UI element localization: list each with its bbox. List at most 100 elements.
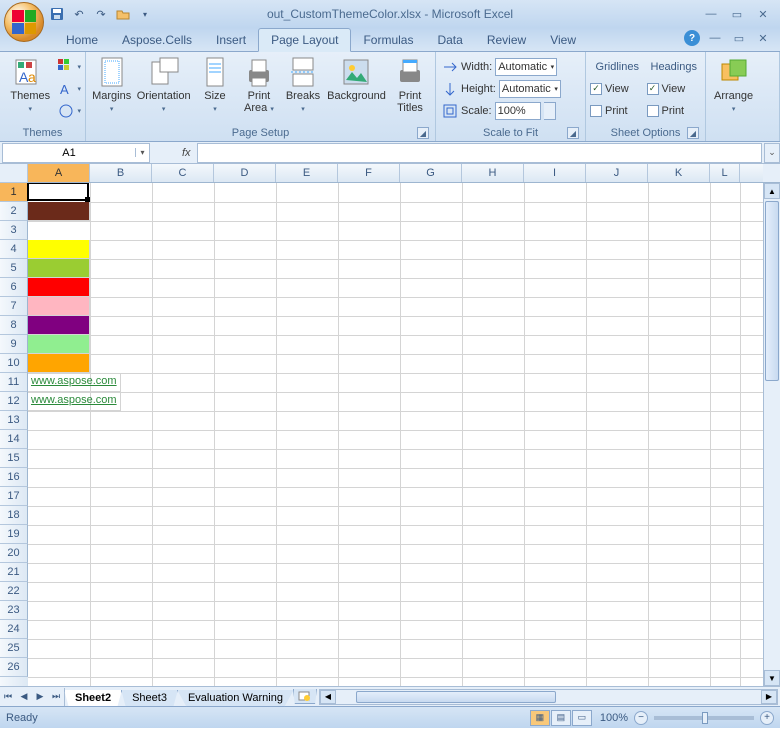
scroll-down-button[interactable]: ▼ (764, 670, 780, 686)
scroll-up-button[interactable]: ▲ (764, 183, 780, 199)
zoom-in-button[interactable]: + (760, 711, 774, 725)
qat-customize-icon[interactable]: ▾ (136, 5, 154, 23)
tab-home[interactable]: Home (54, 29, 110, 51)
row-header-5[interactable]: 5 (0, 259, 28, 278)
breaks-button[interactable]: Breaks▾ (282, 54, 324, 118)
page-layout-view-button[interactable]: ▤ (551, 710, 571, 726)
theme-effects-button[interactable]: ▾ (58, 100, 81, 121)
scroll-left-button[interactable]: ◀ (320, 690, 336, 704)
qat-redo-icon[interactable]: ↷ (92, 5, 110, 23)
column-header-I[interactable]: I (524, 164, 586, 182)
row-header-21[interactable]: 21 (0, 563, 28, 582)
row-header-24[interactable]: 24 (0, 620, 28, 639)
cell-A8[interactable] (28, 316, 90, 335)
tab-data[interactable]: Data (425, 29, 474, 51)
column-header-A[interactable]: A (28, 164, 90, 182)
sheet-options-launcher[interactable]: ◢ (687, 127, 699, 139)
scale-input[interactable]: 100% (495, 102, 541, 120)
fx-icon[interactable]: fx (176, 147, 197, 159)
cell-A5[interactable] (28, 259, 90, 278)
headings-view-checkbox[interactable]: ✓View (647, 78, 702, 99)
column-header-H[interactable]: H (462, 164, 524, 182)
sheet-nav-first-button[interactable]: ⏮ (0, 688, 16, 706)
row-header-25[interactable]: 25 (0, 639, 28, 658)
office-button[interactable] (4, 2, 44, 42)
minimize-button[interactable]: — (702, 7, 720, 21)
column-header-C[interactable]: C (152, 164, 214, 182)
row-header-16[interactable]: 16 (0, 468, 28, 487)
cell-A9[interactable] (28, 335, 90, 354)
tab-formulas[interactable]: Formulas (351, 29, 425, 51)
gridlines-print-checkbox[interactable]: Print (590, 100, 645, 121)
sheet-tab-sheet2[interactable]: Sheet2 (64, 690, 122, 707)
row-header-12[interactable]: 12 (0, 392, 28, 411)
mdi-minimize-button[interactable]: — (706, 31, 724, 45)
vertical-scrollbar[interactable] (764, 199, 780, 670)
sheet-tab-evaluation-warning[interactable]: Evaluation Warning (177, 690, 294, 707)
print-area-button[interactable]: PrintArea ▾ (238, 54, 280, 118)
arrange-button[interactable]: Arrange▾ (710, 54, 757, 118)
row-header-11[interactable]: 11 (0, 373, 28, 392)
normal-view-button[interactable]: ▦ (530, 710, 550, 726)
size-button[interactable]: Size▾ (194, 54, 236, 118)
margins-button[interactable]: Margins▾ (90, 54, 133, 118)
horizontal-scroll-thumb[interactable] (356, 691, 556, 703)
row-header-23[interactable]: 23 (0, 601, 28, 620)
orientation-button[interactable]: Orientation▾ (135, 54, 192, 118)
name-box-dropdown-icon[interactable]: ▾ (135, 148, 149, 157)
column-header-B[interactable]: B (90, 164, 152, 182)
tab-insert[interactable]: Insert (204, 29, 258, 51)
qat-undo-icon[interactable]: ↶ (70, 5, 88, 23)
column-header-K[interactable]: K (648, 164, 710, 182)
help-icon[interactable]: ? (684, 30, 700, 46)
page-break-view-button[interactable]: ▭ (572, 710, 592, 726)
mdi-close-button[interactable]: ✕ (754, 31, 772, 45)
mdi-restore-button[interactable]: ▭ (730, 31, 748, 45)
zoom-slider[interactable] (654, 716, 754, 720)
tab-view[interactable]: View (538, 29, 588, 51)
zoom-percent[interactable]: 100% (600, 712, 628, 724)
row-header-19[interactable]: 19 (0, 525, 28, 544)
new-sheet-button[interactable] (293, 689, 317, 704)
theme-colors-button[interactable]: ▾ (58, 56, 81, 77)
restore-button[interactable]: ▭ (728, 7, 746, 21)
column-header-F[interactable]: F (338, 164, 400, 182)
sheet-tab-sheet3[interactable]: Sheet3 (121, 690, 178, 707)
print-titles-button[interactable]: PrintTitles (389, 54, 431, 116)
row-header-2[interactable]: 2 (0, 202, 28, 221)
cell-A11[interactable]: www.aspose.com (28, 373, 121, 392)
row-header-13[interactable]: 13 (0, 411, 28, 430)
background-button[interactable]: Background (326, 54, 387, 104)
row-header-17[interactable]: 17 (0, 487, 28, 506)
sheet-nav-last-button[interactable]: ⏭ (48, 688, 64, 706)
sheet-nav-prev-button[interactable]: ◀ (16, 688, 32, 706)
row-header-18[interactable]: 18 (0, 506, 28, 525)
qat-save-icon[interactable] (48, 5, 66, 23)
cell-A4[interactable] (28, 240, 90, 259)
scroll-right-button[interactable]: ▶ (761, 690, 777, 704)
theme-fonts-button[interactable]: A▾ (58, 78, 81, 99)
column-header-G[interactable]: G (400, 164, 462, 182)
row-header-15[interactable]: 15 (0, 449, 28, 468)
cell-A2[interactable] (28, 202, 90, 221)
column-header-J[interactable]: J (586, 164, 648, 182)
cell-A10[interactable] (28, 354, 90, 373)
row-header-8[interactable]: 8 (0, 316, 28, 335)
cell-A6[interactable] (28, 278, 90, 297)
row-header-9[interactable]: 9 (0, 335, 28, 354)
qat-open-icon[interactable] (114, 5, 132, 23)
tab-review[interactable]: Review (475, 29, 538, 51)
horizontal-scrollbar[interactable]: ◀ ▶ (319, 689, 778, 705)
column-header-L[interactable]: L (710, 164, 740, 182)
row-header-10[interactable]: 10 (0, 354, 28, 373)
width-select[interactable]: Automatic▾ (495, 58, 557, 76)
scale-spinner[interactable] (544, 102, 556, 120)
name-box[interactable]: A1 ▾ (2, 143, 150, 163)
sheet-nav-next-button[interactable]: ▶ (32, 688, 48, 706)
select-all-corner[interactable] (0, 164, 28, 183)
formula-bar-expand-icon[interactable]: ⌄ (764, 143, 780, 163)
row-header-20[interactable]: 20 (0, 544, 28, 563)
row-header-4[interactable]: 4 (0, 240, 28, 259)
headings-print-checkbox[interactable]: Print (647, 100, 702, 121)
row-header-7[interactable]: 7 (0, 297, 28, 316)
